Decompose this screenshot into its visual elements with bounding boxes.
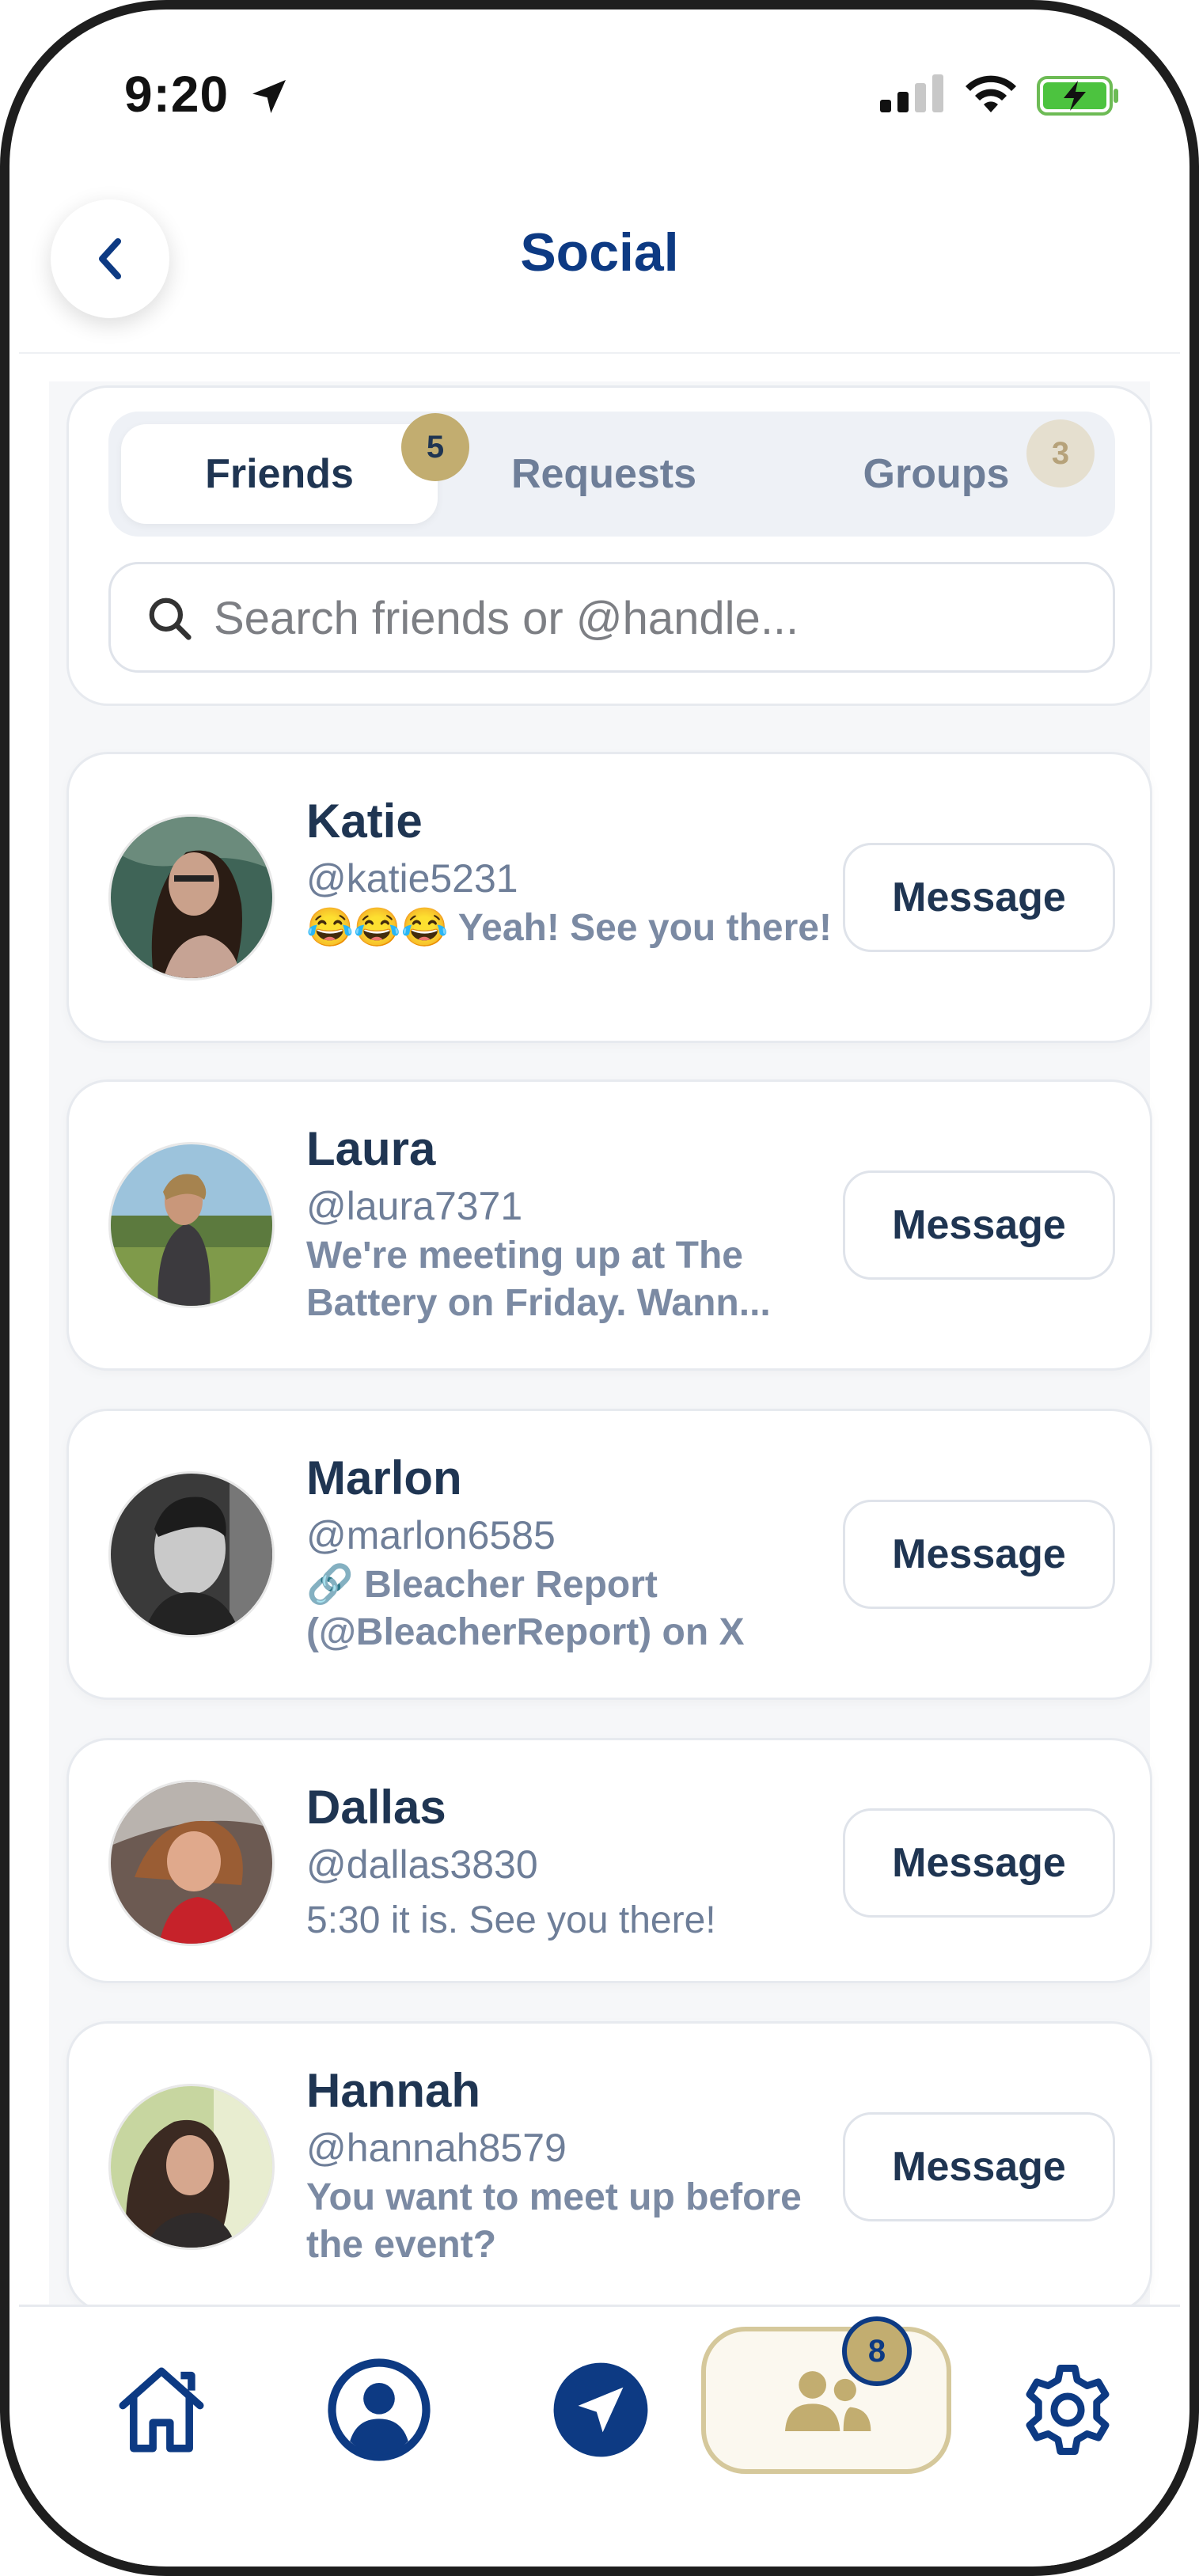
nav-profile[interactable] bbox=[320, 2350, 438, 2469]
friend-card[interactable]: Hannah @hannah8579 You want to meet up b… bbox=[66, 2021, 1152, 2312]
friend-name: Laura bbox=[306, 1122, 436, 1175]
friend-last-message: You want to meet up before the event? bbox=[306, 2176, 802, 2266]
home-icon bbox=[119, 2367, 204, 2453]
friend-name: Katie bbox=[306, 795, 423, 848]
friend-name: Hannah bbox=[306, 2064, 481, 2117]
friend-last-message: 🔗 Bleacher Report (@BleacherReport) on X bbox=[306, 1564, 745, 1653]
message-button[interactable]: Message bbox=[843, 843, 1115, 952]
wifi-icon bbox=[966, 75, 1016, 112]
friend-handle: @katie5231 bbox=[306, 856, 518, 901]
tab-requests[interactable]: Requests bbox=[438, 424, 770, 524]
header-divider bbox=[19, 352, 1180, 354]
message-button[interactable]: Message bbox=[843, 2112, 1115, 2221]
social-nav-badge: 8 bbox=[842, 2316, 912, 2386]
tabs-search-card: Friends Requests Groups 5 3 bbox=[66, 385, 1152, 706]
message-button[interactable]: Message bbox=[843, 1808, 1115, 1918]
page-title: Social bbox=[520, 222, 679, 283]
status-time: 9:20 bbox=[124, 66, 230, 123]
friend-last-message: We're meeting up at The Battery on Frida… bbox=[306, 1235, 771, 1324]
friend-handle: @laura7371 bbox=[306, 1184, 523, 1228]
profile-icon bbox=[328, 2358, 431, 2461]
friend-handle: @marlon6585 bbox=[306, 1513, 556, 1557]
message-button[interactable]: Message bbox=[843, 1500, 1115, 1609]
friend-card[interactable]: Laura @laura7371 We're meeting up at The… bbox=[66, 1079, 1152, 1371]
friend-handle: @hannah8579 bbox=[306, 2126, 567, 2170]
tab-requests-label: Requests bbox=[510, 451, 697, 497]
message-button[interactable]: Message bbox=[843, 1170, 1115, 1280]
settings-icon bbox=[1026, 2365, 1110, 2455]
search-icon bbox=[149, 598, 192, 640]
cell-signal-icon bbox=[880, 74, 943, 112]
segmented-tabs: Friends Requests Groups 5 3 bbox=[108, 412, 1115, 537]
avatar bbox=[108, 814, 275, 981]
friends-count-badge: 5 bbox=[401, 413, 469, 481]
friend-name: Dallas bbox=[306, 1781, 446, 1834]
nav-navigate[interactable] bbox=[541, 2350, 660, 2469]
tab-friends[interactable]: Friends bbox=[121, 424, 438, 524]
friend-handle: @dallas3830 bbox=[306, 1842, 538, 1887]
groups-count-badge: 3 bbox=[1026, 419, 1095, 488]
avatar bbox=[108, 2084, 275, 2250]
search-box[interactable] bbox=[108, 562, 1115, 673]
location-arrow-icon bbox=[252, 80, 286, 113]
status-bar: 9:20 bbox=[9, 9, 1190, 168]
avatar bbox=[108, 1471, 275, 1637]
friend-last-message: 5:30 it is. See you there! bbox=[306, 1899, 716, 1941]
nav-settings[interactable] bbox=[1008, 2350, 1127, 2469]
bottom-nav: 8 bbox=[19, 2305, 1180, 2566]
avatar bbox=[108, 1142, 275, 1308]
friend-card[interactable]: Katie @katie5231 😂😂😂 Yeah! See you there… bbox=[66, 752, 1152, 1043]
friend-last-message: 😂😂😂 Yeah! See you there! bbox=[306, 907, 832, 949]
friend-name: Marlon bbox=[306, 1451, 462, 1504]
navigate-icon bbox=[553, 2362, 648, 2457]
tab-groups-label: Groups bbox=[863, 451, 1010, 497]
friend-card[interactable]: Marlon @marlon6585 🔗 Bleacher Report (@B… bbox=[66, 1409, 1152, 1700]
phone-frame: 9:20 Social Friends Requests Groups 5 3 … bbox=[0, 0, 1199, 2576]
tab-friends-label: Friends bbox=[205, 451, 354, 497]
nav-home[interactable] bbox=[106, 2354, 217, 2465]
avatar bbox=[108, 1780, 275, 1946]
friend-card[interactable]: Dallas @dallas3830 5:30 it is. See you t… bbox=[66, 1738, 1152, 1983]
search-input[interactable] bbox=[214, 580, 1084, 656]
nav-social[interactable] bbox=[701, 2327, 951, 2474]
battery-charging-icon bbox=[1037, 76, 1118, 116]
